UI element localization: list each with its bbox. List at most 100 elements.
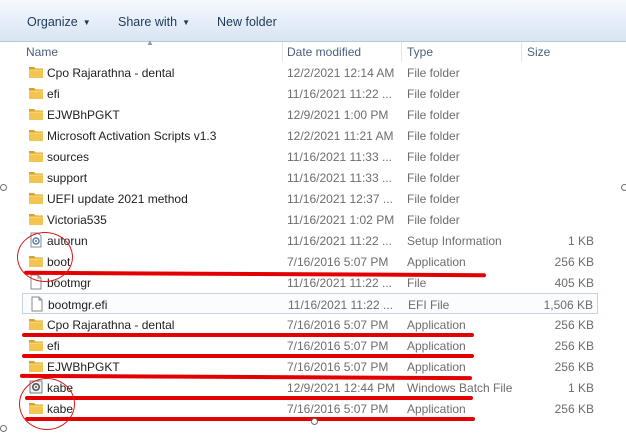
file-date-modified: 11/16/2021 11:22 ... [287, 234, 392, 248]
folder-icon [28, 169, 44, 185]
file-date-modified: 11/16/2021 11:22 ... [288, 298, 393, 312]
file-name: bootmgr.efi [48, 298, 108, 312]
file-date-modified: 11/16/2021 11:33 ... [287, 150, 392, 164]
file-row[interactable]: bootmgr.efi 11/16/2021 11:22 ... EFI File 1… [22, 293, 598, 314]
file-date-modified: 11/16/2021 11:33 ... [287, 171, 392, 185]
file-row[interactable]: EJWBhPGKT 12/9/2021 1:00 PM File folder [22, 104, 598, 125]
file-type: File folder [407, 108, 460, 122]
command-bar: Organize ▼ Share with ▼ New folder [0, 0, 626, 42]
chevron-down-icon: ▼ [182, 18, 190, 27]
resize-handle[interactable] [621, 184, 626, 191]
column-divider[interactable] [521, 42, 522, 62]
folder-icon [28, 211, 44, 227]
file-type: File folder [407, 87, 460, 101]
file-date-modified: 7/16/2016 5:07 PM [287, 318, 389, 332]
column-header-type[interactable]: Type [407, 45, 433, 59]
file-type: Application [407, 339, 466, 353]
file-date-modified: 7/16/2016 5:07 PM [287, 402, 389, 416]
file-name: efi [47, 339, 60, 353]
file-type: EFI File [408, 298, 450, 312]
file-type: File folder [407, 213, 460, 227]
file-date-modified: 7/16/2016 5:07 PM [287, 360, 389, 374]
file-row[interactable]: kabe 7/16/2016 5:07 PM Application 256 KB [22, 398, 598, 419]
file-date-modified: 11/16/2021 11:22 ... [287, 87, 392, 101]
markup-underline [22, 333, 474, 337]
column-header-size[interactable]: Size [527, 45, 550, 59]
new-folder-label: New folder [217, 15, 277, 29]
markup-circle [17, 232, 73, 282]
blank-file-icon [29, 296, 45, 312]
file-date-modified: 11/16/2021 11:22 ... [287, 276, 392, 290]
organize-label: Organize [27, 15, 78, 29]
file-size: 1 KB [567, 381, 594, 395]
file-name: EJWBhPGKT [47, 360, 120, 374]
file-row[interactable]: Microsoft Activation Scripts v1.3 12/2/20… [22, 125, 598, 146]
file-row[interactable]: Cpo Rajarathna - dental 7/16/2016 5:07 PM… [22, 314, 598, 335]
file-type: File [407, 276, 427, 290]
file-name: Cpo Rajarathna - dental [47, 318, 175, 332]
file-name: Cpo Rajarathna - dental [47, 66, 175, 80]
file-row[interactable]: sources 11/16/2021 11:33 ... File folder [22, 146, 598, 167]
file-size: 256 KB [554, 318, 594, 332]
markup-underline [25, 396, 473, 400]
folder-icon [28, 148, 44, 164]
file-row[interactable]: efi 7/16/2016 5:07 PM Application 256 KB [22, 335, 598, 356]
file-row[interactable]: UEFI update 2021 method 11/16/2021 12:37 … [22, 188, 598, 209]
new-folder-button[interactable]: New folder [217, 15, 277, 29]
organize-button[interactable]: Organize ▼ [27, 15, 91, 29]
folder-icon [28, 337, 44, 353]
file-name: Microsoft Activation Scripts v1.3 [47, 129, 217, 143]
file-date-modified: 11/16/2021 1:02 PM [287, 213, 395, 227]
file-name: support [47, 171, 88, 185]
file-type: Setup Information [407, 234, 502, 248]
file-name: EJWBhPGKT [47, 108, 120, 122]
file-name: sources [47, 150, 90, 164]
file-size: 256 KB [554, 360, 594, 374]
markup-underline [22, 354, 474, 358]
file-row[interactable]: efi 11/16/2021 11:22 ... File folder [22, 83, 598, 104]
file-date-modified: 12/2/2021 11:21 AM [287, 129, 394, 143]
column-header-date[interactable]: Date modified [287, 45, 361, 59]
file-date-modified: 12/2/2021 12:14 AM [287, 66, 395, 80]
folder-icon [28, 190, 44, 206]
file-type: Application [407, 360, 466, 374]
markup-circle [19, 378, 75, 430]
file-type: File folder [407, 171, 460, 185]
file-row[interactable]: Cpo Rajarathna - dental 12/2/2021 12:14 A… [22, 62, 598, 83]
file-name: efi [47, 87, 60, 101]
column-header-row: ▲ Name Date modified Type Size [0, 38, 626, 62]
folder-icon [28, 106, 44, 122]
file-size: 1 KB [567, 234, 594, 248]
folder-icon [28, 85, 44, 101]
file-type: File folder [407, 150, 460, 164]
file-row[interactable]: boot 7/16/2016 5:07 PM Application 256 KB [22, 251, 598, 272]
file-date-modified: 11/16/2021 12:37 ... [287, 192, 393, 206]
resize-handle[interactable] [311, 418, 318, 425]
file-date-modified: 7/16/2016 5:07 PM [287, 339, 389, 353]
column-header-name[interactable]: Name [26, 45, 58, 59]
file-type: Application [407, 255, 466, 269]
file-type: File folder [407, 66, 460, 80]
markup-underline [25, 417, 475, 421]
file-size: 256 KB [554, 339, 594, 353]
file-type: File folder [407, 192, 460, 206]
resize-handle[interactable] [0, 184, 7, 191]
folder-icon [28, 64, 44, 80]
column-divider[interactable] [282, 42, 283, 62]
file-row[interactable]: support 11/16/2021 11:33 ... File folder [22, 167, 598, 188]
file-date-modified: 7/16/2016 5:07 PM [287, 255, 389, 269]
file-date-modified: 12/9/2021 12:44 PM [287, 381, 396, 395]
file-row[interactable]: autorun 11/16/2021 11:22 ... Setup Informa… [22, 230, 598, 251]
resize-handle[interactable] [0, 425, 7, 432]
column-divider[interactable] [401, 42, 402, 62]
file-row[interactable]: kabe 12/9/2021 12:44 PM Windows Batch File… [22, 377, 598, 398]
share-with-button[interactable]: Share with ▼ [118, 15, 190, 29]
sort-ascending-icon: ▲ [146, 38, 154, 47]
file-name: UEFI update 2021 method [47, 192, 188, 206]
file-type: Application [407, 318, 466, 332]
file-type: Windows Batch File [407, 381, 513, 395]
file-row[interactable]: Victoria535 11/16/2021 1:02 PM File folder [22, 209, 598, 230]
file-type: Application [407, 402, 466, 416]
file-size: 405 KB [554, 276, 594, 290]
file-size: 256 KB [554, 402, 594, 416]
